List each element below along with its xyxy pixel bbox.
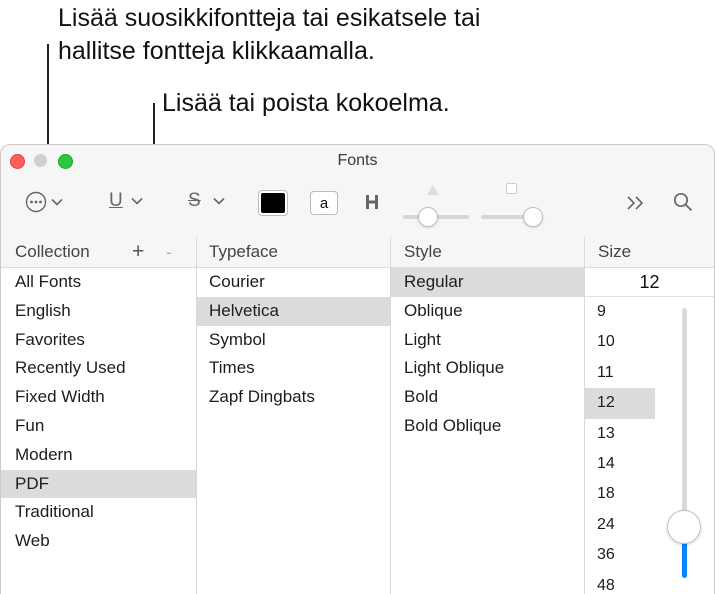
- action-menu-button[interactable]: [25, 191, 63, 213]
- list-item[interactable]: Symbol: [197, 326, 390, 355]
- list-item[interactable]: English: [1, 297, 196, 326]
- list-item[interactable]: 18: [585, 479, 655, 509]
- size-slider[interactable]: [667, 308, 701, 578]
- list-item[interactable]: Favorites: [1, 326, 196, 355]
- title-bar: Fonts: [1, 145, 714, 175]
- list-item[interactable]: Light Oblique: [391, 354, 584, 383]
- list-item[interactable]: Light: [391, 326, 584, 355]
- favorites-callout-line2: hallitse fontteja klikkaamalla.: [58, 37, 375, 65]
- text-shadow-icon: [366, 195, 378, 209]
- size-header: Size: [598, 242, 632, 261]
- chevron-down-icon: [51, 198, 63, 206]
- strikethrough-icon: S: [188, 190, 201, 211]
- collection-header: Collection: [15, 242, 90, 261]
- search-button[interactable]: [673, 192, 693, 212]
- list-item[interactable]: Oblique: [391, 297, 584, 326]
- typeface-header: Typeface: [209, 242, 278, 261]
- size-list: 9 10 11 12 13 14 18 24 36 48: [585, 297, 655, 594]
- size-value: 12: [639, 272, 660, 292]
- window-title: Fonts: [337, 152, 378, 169]
- double-chevron-right-icon: [627, 196, 644, 210]
- add-collection-button[interactable]: +: [132, 237, 144, 267]
- header-divider: [390, 237, 391, 267]
- list-item[interactable]: 48: [585, 571, 655, 594]
- underline-menu-button[interactable]: U: [109, 190, 143, 212]
- text-shadow-button[interactable]: [365, 192, 381, 212]
- style-list: Regular Oblique Light Light Oblique Bold…: [391, 268, 584, 594]
- list-item[interactable]: 12: [585, 388, 655, 419]
- square-icon: [506, 183, 517, 194]
- list-item[interactable]: Helvetica: [197, 296, 390, 326]
- slider-knob[interactable]: [667, 510, 701, 544]
- list-item[interactable]: Regular: [391, 268, 584, 297]
- typeface-list: Courier Helvetica Symbol Times Zapf Ding…: [197, 268, 390, 594]
- style-header: Style: [404, 242, 442, 261]
- search-icon: [673, 192, 693, 212]
- more-tools-button[interactable]: [626, 195, 646, 211]
- list-item[interactable]: Bold: [391, 383, 584, 412]
- collection-list: All Fonts English Favorites Recently Use…: [1, 268, 196, 594]
- ellipsis-circle-icon: [25, 191, 47, 213]
- list-item[interactable]: 36: [585, 540, 655, 570]
- slider-fill: [682, 542, 687, 578]
- chevron-down-icon: [131, 197, 143, 205]
- list-item[interactable]: PDF: [1, 469, 196, 499]
- slider-knob[interactable]: [523, 207, 543, 227]
- favorites-callout: Lisää suosikkifontteja tai esikatsele ta…: [58, 2, 658, 68]
- list-item[interactable]: Web: [1, 527, 196, 556]
- list-item[interactable]: 24: [585, 510, 655, 540]
- list-item[interactable]: 11: [585, 358, 655, 388]
- slider-knob[interactable]: [418, 207, 438, 227]
- document-color-label: a: [319, 194, 329, 212]
- list-item[interactable]: Modern: [1, 441, 196, 470]
- list-item[interactable]: Fun: [1, 412, 196, 441]
- favorites-callout-line1: Lisää suosikkifontteja tai esikatsele ta…: [58, 4, 481, 32]
- list-item[interactable]: 13: [585, 419, 655, 449]
- document-color-well[interactable]: a: [310, 191, 338, 215]
- list-item[interactable]: 14: [585, 449, 655, 479]
- header-divider: [584, 237, 585, 267]
- text-color-well[interactable]: [258, 190, 288, 216]
- list-item[interactable]: 10: [585, 327, 655, 357]
- list-item[interactable]: All Fonts: [1, 268, 196, 297]
- list-item[interactable]: Courier: [197, 268, 390, 297]
- list-item[interactable]: Fixed Width: [1, 383, 196, 412]
- underline-icon: U: [109, 190, 123, 211]
- chevron-down-icon: [213, 197, 225, 205]
- remove-collection-button[interactable]: -: [166, 237, 172, 267]
- fonts-window: Fonts U S a Collection + - Typeface Styl…: [0, 144, 715, 594]
- list-item[interactable]: Bold Oblique: [391, 412, 584, 441]
- strikethrough-menu-button[interactable]: S: [188, 190, 225, 212]
- shadow-opacity-slider[interactable]: [403, 185, 469, 229]
- header-divider: [196, 237, 197, 267]
- size-panel: 12 9 10 11 12 13 14 18 24 36 48: [585, 268, 714, 594]
- list-item[interactable]: Zapf Dingbats: [197, 383, 390, 412]
- triangle-icon: [427, 185, 439, 195]
- list-item[interactable]: Recently Used: [1, 354, 196, 383]
- list-item[interactable]: Times: [197, 354, 390, 383]
- column-headers: Collection + - Typeface Style Size: [1, 237, 714, 268]
- toolbar: U S a: [1, 175, 714, 235]
- size-field[interactable]: 12: [585, 268, 714, 297]
- shadow-blur-slider[interactable]: [481, 183, 543, 229]
- collection-callout: Lisää tai poista kokoelma.: [162, 89, 450, 117]
- text-color-swatch: [261, 193, 285, 213]
- list-item[interactable]: Traditional: [1, 498, 196, 527]
- list-item[interactable]: 9: [585, 297, 655, 327]
